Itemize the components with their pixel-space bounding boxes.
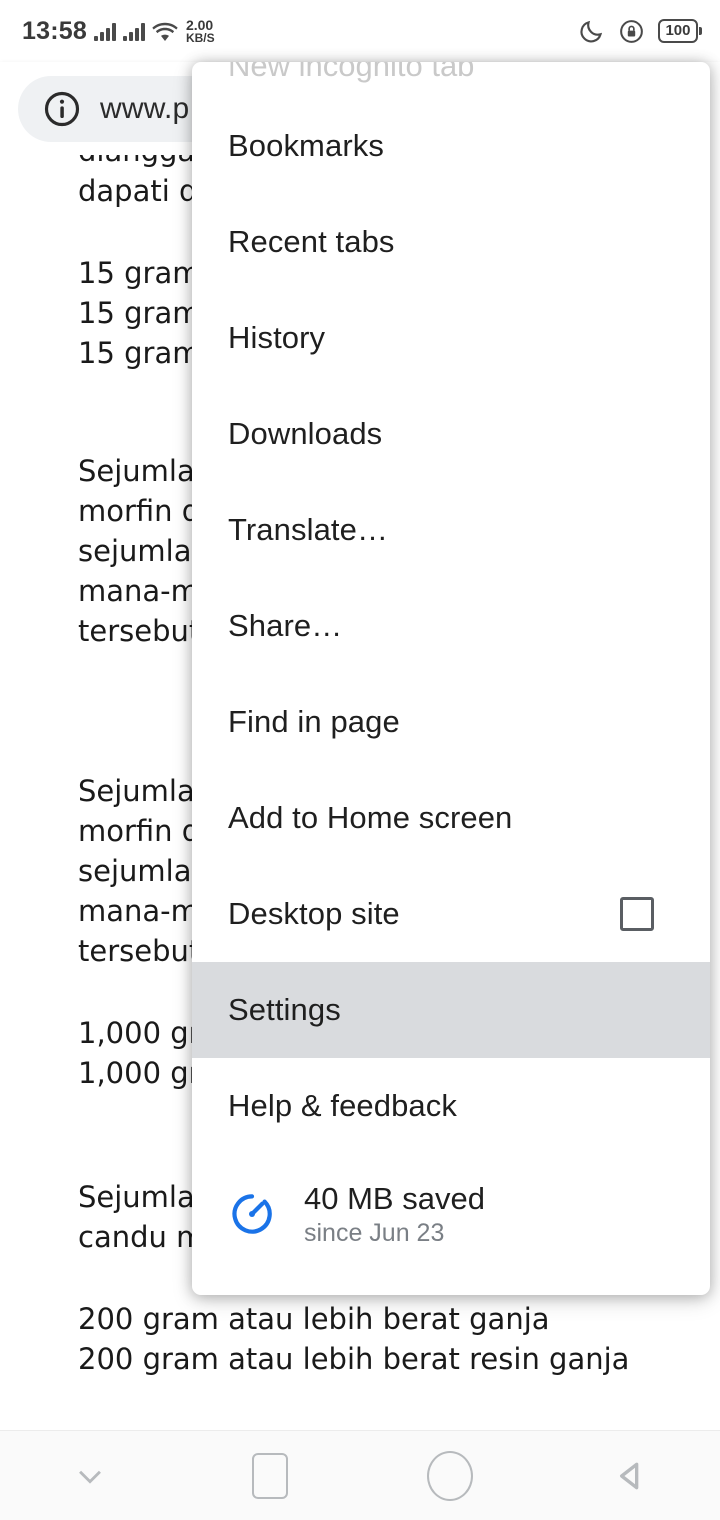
data-saver-text: 40 MB saved since Jun 23	[304, 1181, 485, 1248]
network-speed-indicator: 2.00 KB/S	[185, 16, 215, 46]
phone-screen: 13:58 2.00 KB/S 100 www.p dapati di 15 g…	[0, 0, 720, 1520]
menu-item-label: Downloads	[228, 416, 383, 451]
nav-recents-button[interactable]	[225, 1431, 315, 1520]
wifi-icon	[152, 22, 178, 41]
network-speed-value: 2.00	[185, 16, 214, 33]
menu-item-label: Bookmarks	[228, 128, 384, 163]
menu-item-label: Share…	[228, 608, 343, 643]
home-circle-icon	[427, 1450, 473, 1501]
browser-overflow-menu: New incognito tab Bookmarks Recent tabs …	[192, 62, 710, 1295]
menu-item-settings[interactable]: Settings	[192, 962, 710, 1058]
omnibox-url-text: www.p	[100, 91, 190, 125]
page-line: 200 gram atau lebih berat resin ganja	[78, 1342, 630, 1376]
menu-item-label: Desktop site	[228, 896, 400, 931]
menu-item-find-in-page[interactable]: Find in page	[192, 674, 710, 770]
menu-item-data-saver[interactable]: 40 MB saved since Jun 23	[192, 1154, 710, 1274]
status-bar-clock: 13:58	[22, 16, 87, 45]
menu-item-recent-tabs[interactable]: Recent tabs	[192, 194, 710, 290]
menu-item-history[interactable]: History	[192, 290, 710, 386]
rotation-lock-icon	[620, 19, 644, 43]
desktop-site-checkbox[interactable]	[620, 897, 654, 931]
menu-item-label: Add to Home screen	[228, 800, 513, 835]
nav-home-button[interactable]	[405, 1431, 495, 1520]
data-saver-title: 40 MB saved	[304, 1180, 485, 1216]
menu-item-label: History	[228, 320, 326, 355]
menu-item-label: Find in page	[228, 704, 400, 739]
nav-hide-button[interactable]	[45, 1431, 135, 1520]
menu-item-label: Settings	[228, 992, 341, 1027]
signal-bars-icon-2	[122, 22, 145, 41]
status-bar-right: 100	[578, 18, 702, 45]
android-navigation-bar	[0, 1430, 720, 1520]
signal-bars-icon	[93, 22, 116, 41]
nav-back-button[interactable]	[585, 1431, 675, 1520]
recents-square-icon	[252, 1452, 288, 1499]
menu-item-help-and-feedback[interactable]: Help & feedback	[192, 1058, 710, 1154]
battery-nub	[699, 27, 702, 35]
status-bar-left: 13:58 2.00 KB/S	[22, 17, 215, 46]
menu-item-new-incognito-tab[interactable]: New incognito tab	[192, 62, 710, 98]
menu-item-bookmarks[interactable]: Bookmarks	[192, 98, 710, 194]
moon-icon	[580, 20, 603, 42]
data-saver-subtitle: since Jun 23	[304, 1218, 445, 1247]
menu-item-desktop-site[interactable]: Desktop site	[192, 866, 710, 962]
menu-item-share[interactable]: Share…	[192, 578, 710, 674]
menu-item-label: New incognito tab	[228, 62, 475, 83]
menu-item-add-to-home-screen[interactable]: Add to Home screen	[192, 770, 710, 866]
back-triangle-icon	[620, 1462, 639, 1489]
menu-item-translate[interactable]: Translate…	[192, 482, 710, 578]
chevron-down-icon	[79, 1470, 101, 1484]
menu-item-label: Recent tabs	[228, 224, 395, 259]
speedometer-icon	[232, 1194, 272, 1234]
info-circle-icon[interactable]	[42, 89, 82, 129]
menu-item-label: Help & feedback	[228, 1088, 457, 1123]
page-line: 200 gram atau lebih berat ganja	[78, 1302, 550, 1336]
network-speed-unit: KB/S	[185, 31, 215, 46]
battery-level: 100	[658, 19, 698, 43]
battery-icon: 100	[658, 19, 702, 43]
menu-item-label: Translate…	[228, 512, 389, 547]
menu-item-downloads[interactable]: Downloads	[192, 386, 710, 482]
status-bar: 13:58 2.00 KB/S 100	[0, 0, 720, 62]
